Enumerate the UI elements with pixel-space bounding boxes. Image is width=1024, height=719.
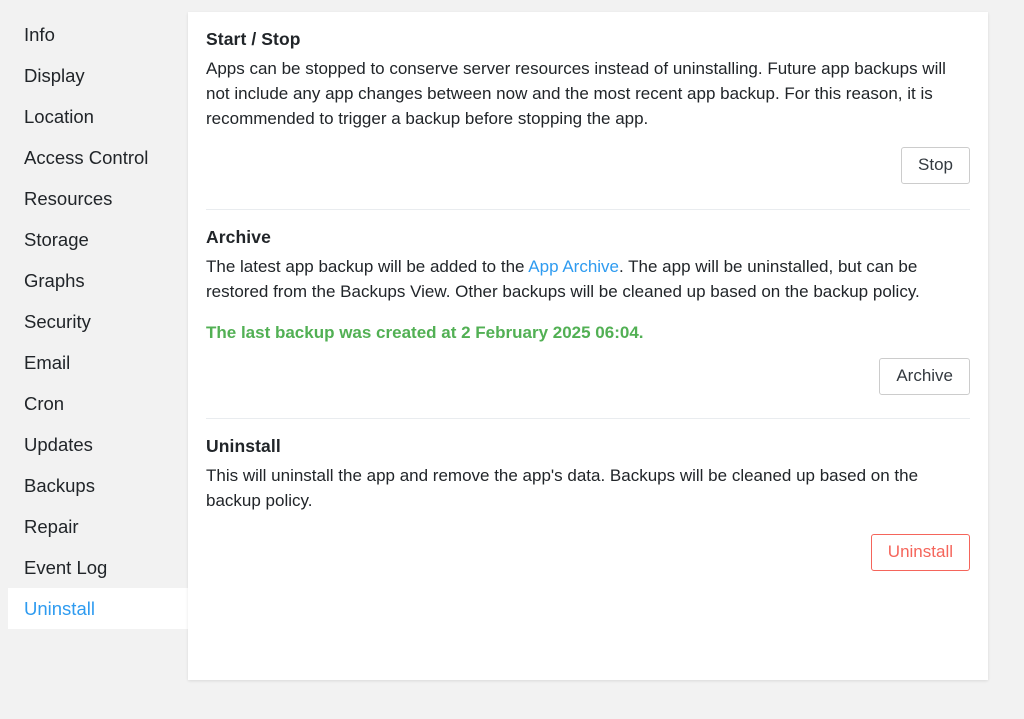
sidebar-item-label: Graphs [24, 269, 85, 291]
sidebar-item-label: Email [24, 351, 71, 373]
sidebar-item-label: Info [24, 23, 55, 45]
sidebar-item-label: Repair [24, 515, 79, 537]
sidebar-item-label: Storage [24, 228, 89, 250]
settings-sidebar: Info Display Location Access Control Res… [0, 0, 196, 719]
sidebar-item-label: Resources [24, 187, 113, 209]
sidebar-item-uninstall[interactable]: Uninstall [8, 588, 196, 629]
section-title-start-stop: Start / Stop [206, 29, 301, 49]
archive-actions: Archive [206, 358, 970, 395]
sidebar-item-repair[interactable]: Repair [0, 506, 188, 547]
sidebar-item-event-log[interactable]: Event Log [0, 547, 188, 588]
sidebar-item-label: Location [24, 105, 94, 127]
settings-panel: Start / Stop Apps can be stopped to cons… [188, 12, 988, 680]
sidebar-item-email[interactable]: Email [0, 342, 188, 383]
start-stop-actions: Stop [206, 147, 970, 184]
sidebar-item-backups[interactable]: Backups [0, 465, 188, 506]
sidebar-item-label: Security [24, 310, 91, 332]
archive-button[interactable]: Archive [879, 358, 970, 395]
sidebar-item-storage[interactable]: Storage [0, 219, 188, 260]
section-uninstall: Uninstall This will uninstall the app an… [206, 419, 970, 571]
sidebar-item-access-control[interactable]: Access Control [0, 137, 188, 178]
sidebar-item-security[interactable]: Security [0, 301, 188, 342]
section-title-archive: Archive [206, 227, 271, 247]
section-description-start-stop: Apps can be stopped to conserve server r… [206, 59, 946, 128]
section-archive: Archive The latest app backup will be ad… [206, 210, 970, 418]
sidebar-item-label: Updates [24, 433, 93, 455]
sidebar-item-label: Display [24, 64, 85, 86]
app-archive-link[interactable]: App Archive [528, 257, 619, 276]
sidebar-item-label: Backups [24, 474, 95, 496]
section-start-stop: Start / Stop Apps can be stopped to cons… [206, 12, 970, 209]
sidebar-item-cron[interactable]: Cron [0, 383, 188, 424]
last-backup-status: The last backup was created at 2 Februar… [206, 323, 644, 342]
sidebar-item-display[interactable]: Display [0, 55, 188, 96]
sidebar-item-label: Cron [24, 392, 65, 414]
sidebar-item-info[interactable]: Info [0, 14, 188, 55]
stop-button[interactable]: Stop [901, 147, 970, 184]
section-description-archive: The latest app backup will be added to t… [206, 254, 970, 304]
sidebar-item-label: Event Log [24, 556, 108, 578]
sidebar-item-location[interactable]: Location [0, 96, 188, 137]
uninstall-button[interactable]: Uninstall [870, 534, 970, 571]
section-description-uninstall: This will uninstall the app and remove t… [206, 466, 919, 510]
section-title-uninstall: Uninstall [206, 436, 281, 456]
sidebar-item-label: Access Control [24, 146, 149, 168]
sidebar-item-updates[interactable]: Updates [0, 424, 188, 465]
sidebar-item-graphs[interactable]: Graphs [0, 260, 188, 301]
archive-description-part1: The latest app backup will be added to t… [206, 257, 529, 276]
uninstall-actions: Uninstall [206, 534, 970, 571]
sidebar-item-resources[interactable]: Resources [0, 178, 188, 219]
sidebar-item-label: Uninstall [24, 597, 95, 619]
app-root: Info Display Location Access Control Res… [0, 0, 1024, 719]
